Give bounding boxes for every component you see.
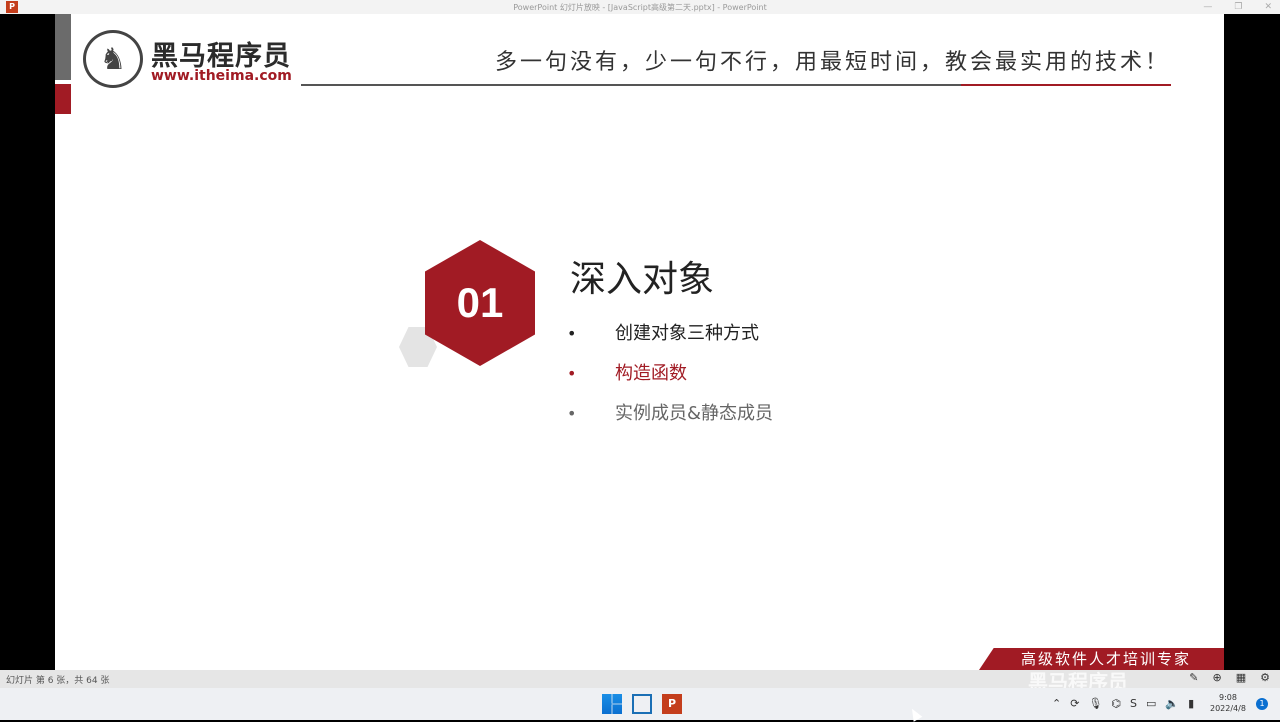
pen-tool-icon[interactable]: ✎ — [1189, 671, 1198, 684]
widgets-icon[interactable] — [632, 694, 652, 714]
bullet-item: • 构造函数 — [567, 360, 773, 400]
display-icon[interactable]: ▭ — [1146, 697, 1156, 710]
settings-gear-icon[interactable]: ⚙ — [1260, 671, 1270, 684]
bullet-item: • 实例成员&静态成员 — [567, 400, 773, 440]
system-tray: ⌃ ⟳ 🎙 ⌬ S ▭ 🔈 ▮ — [1052, 697, 1194, 710]
left-accent-bar-red — [55, 84, 71, 114]
network-icon[interactable]: ⌬ — [1111, 697, 1121, 710]
section-title: 深入对象 — [570, 259, 715, 300]
clock-time: 9:08 — [1218, 693, 1237, 702]
minimize-button[interactable]: — — [1203, 2, 1212, 12]
section-number: 01 — [456, 279, 504, 326]
windows-start-icon[interactable] — [602, 694, 622, 714]
taskbar-apps: P — [602, 694, 682, 714]
bullet-list: • 创建对象三种方式 • 构造函数 • 实例成员&静态成员 — [567, 320, 773, 440]
bullet-dot: • — [567, 324, 577, 343]
horse-logo-icon: ♞ — [83, 30, 143, 88]
slide-canvas[interactable]: ♞ 黑马程序员 www.itheima.com 多一句没有，少一句不行，用最短时… — [55, 14, 1224, 670]
bullet-text: 构造函数 — [615, 363, 687, 384]
restore-button[interactable]: ❐ — [1234, 2, 1242, 12]
logo-url: www.itheima.com — [151, 68, 292, 84]
window-titlebar: P PowerPoint 幻灯片放映 - [JavaScript高级第二天.pp… — [0, 0, 1280, 14]
slide-counter: 幻灯片 第 6 张，共 64 张 — [6, 676, 110, 686]
bullet-dot: • — [567, 364, 577, 383]
window-controls: — ❐ ✕ — [1203, 0, 1272, 14]
bullet-text: 创建对象三种方式 — [615, 323, 759, 344]
chevron-up-icon[interactable]: ⌃ — [1052, 697, 1061, 710]
powerpoint-taskbar-icon[interactable]: P — [662, 694, 682, 714]
zoom-icon[interactable]: ⊕ — [1213, 671, 1222, 684]
microphone-icon[interactable]: 🎙 — [1088, 697, 1102, 710]
close-button[interactable]: ✕ — [1264, 2, 1272, 12]
ime-icon[interactable]: S — [1130, 697, 1137, 710]
window-title: PowerPoint 幻灯片放映 - [JavaScript高级第二天.pptx… — [513, 2, 767, 12]
clock-date: 2022/4/8 — [1210, 704, 1246, 713]
bullet-dot: • — [567, 404, 577, 423]
section-number-hexagon: 01 — [425, 240, 535, 366]
company-logo: ♞ 黑马程序员 www.itheima.com — [83, 30, 313, 92]
notification-icon[interactable]: 1 — [1256, 698, 1268, 710]
taskbar: P ⌃ ⟳ 🎙 ⌬ S ▭ 🔈 ▮ 9:08 2022/4/8 1 — [0, 688, 1280, 720]
left-accent-bar-grey — [55, 14, 71, 80]
header-divider-accent — [961, 84, 1171, 86]
grid-view-icon[interactable]: ▦ — [1236, 671, 1246, 684]
battery-icon[interactable]: ▮ — [1188, 697, 1194, 710]
volume-icon[interactable]: 🔈 — [1165, 697, 1179, 710]
powerpoint-app-icon: P — [6, 1, 18, 13]
bullet-text: 实例成员&静态成员 — [615, 403, 774, 424]
slideshow-toolbar: ✎ ⊕ ▦ ⚙ — [1189, 671, 1270, 684]
clock[interactable]: 9:08 2022/4/8 — [1210, 692, 1246, 714]
sync-icon[interactable]: ⟳ — [1070, 697, 1079, 710]
bullet-item: • 创建对象三种方式 — [567, 320, 773, 360]
header-slogan: 多一句没有，少一句不行，用最短时间，教会最实用的技术！ — [495, 50, 1171, 75]
